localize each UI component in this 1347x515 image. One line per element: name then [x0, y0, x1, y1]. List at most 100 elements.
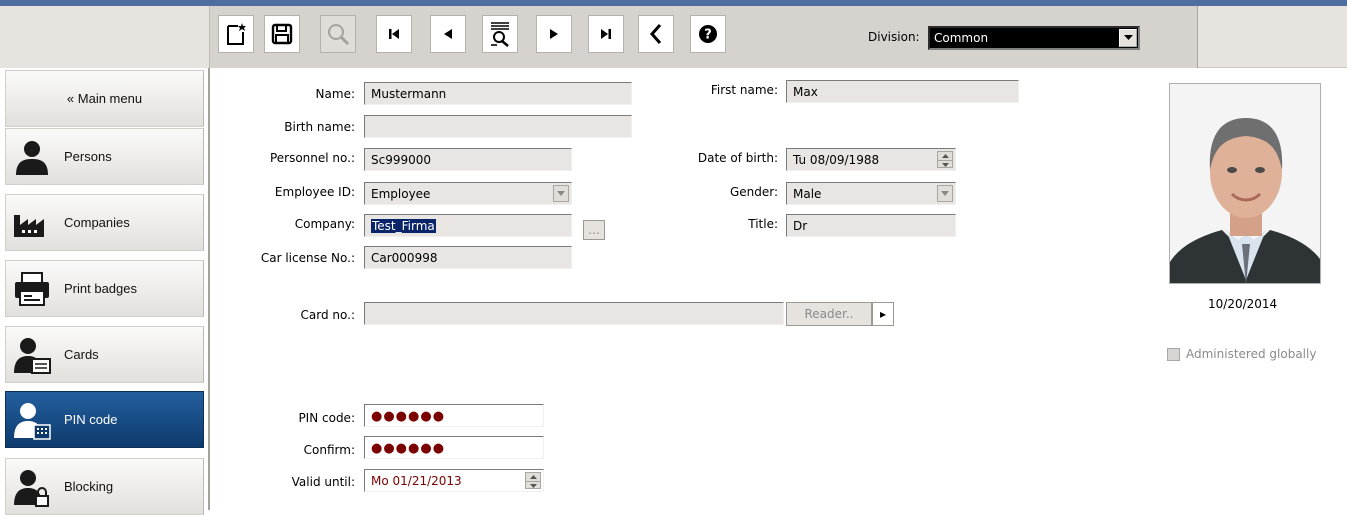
spin-up-icon[interactable] — [526, 473, 540, 481]
administered-globally-checkbox[interactable]: Administered globally — [1167, 347, 1316, 361]
date-of-birth-label: Date of birth: — [697, 151, 778, 165]
previous-record-button[interactable] — [430, 15, 466, 53]
date-of-birth-field[interactable]: Tu 08/09/1988 — [786, 148, 956, 171]
factory-icon — [10, 201, 54, 245]
employee-id-select[interactable]: Employee — [364, 182, 572, 205]
sidebar-item-blocking[interactable]: Blocking — [5, 458, 204, 515]
magnifier-icon — [328, 24, 350, 46]
toolbar-gutter — [0, 6, 210, 68]
next-icon — [550, 29, 558, 39]
list-search-icon — [491, 22, 509, 47]
sidebar-item-label: Print badges — [64, 281, 137, 296]
car-license-field[interactable]: Car000998 — [364, 246, 572, 269]
sidebar-item-label: Companies — [64, 215, 130, 230]
sidebar-item-label: Blocking — [64, 479, 114, 494]
division-dropdown-button[interactable] — [1119, 29, 1137, 47]
next-record-button[interactable] — [536, 15, 572, 53]
first-name-label: First name: — [710, 83, 778, 97]
reader-arrow-button[interactable]: ▸ — [872, 302, 894, 326]
company-value: Test_Firma — [371, 219, 436, 233]
back-button[interactable] — [638, 15, 674, 53]
save-icon — [271, 23, 293, 45]
car-license-value: Car000998 — [371, 251, 438, 265]
sidebar-item-label: PIN code — [64, 412, 118, 427]
employee-id-value: Employee — [371, 187, 431, 201]
car-license-label: Car license No.: — [260, 251, 355, 265]
person-card-icon — [10, 333, 54, 377]
checkbox-icon[interactable] — [1167, 347, 1180, 361]
name-field[interactable]: Mustermann — [364, 82, 632, 105]
employee-id-dropdown-button[interactable] — [553, 185, 569, 202]
confirm-pin-field[interactable]: ●●●●●● — [364, 436, 544, 459]
pin-code-label: PIN code: — [298, 411, 355, 425]
gender-value: Male — [793, 187, 822, 201]
first-name-value: Max — [793, 85, 818, 99]
spin-up-icon[interactable] — [938, 152, 952, 160]
sidebar-item-label: Cards — [64, 347, 99, 362]
sidebar-item-label: Persons — [64, 149, 112, 164]
sidebar-item-cards[interactable]: Cards — [5, 326, 204, 383]
sidebar-item-label: « Main menu — [66, 91, 143, 106]
confirm-label: Confirm: — [303, 443, 355, 457]
pin-code-field[interactable]: ●●●●●● — [364, 404, 544, 427]
sidebar-item-pin-code[interactable]: PIN code — [5, 391, 204, 448]
sidebar: « Main menu Persons Companies Print badg… — [0, 68, 210, 515]
sidebar-item-main-menu[interactable]: « Main menu — [5, 70, 204, 127]
card-no-label: Card no.: — [300, 308, 355, 322]
new-document-icon — [227, 23, 246, 45]
person-lock-icon — [10, 465, 54, 509]
division-value: Common — [934, 31, 989, 45]
search-button[interactable] — [320, 15, 356, 53]
first-icon — [389, 29, 399, 39]
previous-icon — [444, 29, 452, 39]
toolbar-strip: ? Division: Common — [210, 6, 1198, 68]
valid-until-label: Valid until: — [291, 475, 355, 489]
person-icon — [10, 135, 54, 179]
last-icon — [601, 29, 611, 39]
pin-code-value: ●●●●●● — [371, 409, 446, 424]
date-of-birth-spinner[interactable] — [937, 151, 953, 168]
chevron-down-icon — [557, 191, 565, 196]
sidebar-item-print-badges[interactable]: Print badges — [5, 260, 204, 317]
help-button[interactable]: ? — [690, 15, 726, 53]
first-record-button[interactable] — [376, 15, 412, 53]
valid-until-value: Mo 01/21/2013 — [371, 474, 462, 488]
division-select[interactable]: Common — [928, 26, 1140, 50]
help-icon: ? — [699, 25, 717, 43]
personnel-no-field[interactable]: Sc999000 — [364, 148, 572, 171]
first-name-field[interactable]: Max — [786, 80, 1019, 103]
spin-down-icon[interactable] — [938, 160, 952, 168]
photo-date: 10/20/2014 — [1208, 297, 1278, 311]
personnel-no-value: Sc999000 — [371, 153, 432, 167]
spin-down-icon[interactable] — [526, 481, 540, 489]
new-record-button[interactable] — [218, 15, 254, 53]
company-field[interactable]: Test_Firma — [364, 214, 572, 237]
reader-button[interactable]: Reader.. — [786, 302, 872, 326]
title-value: Dr — [793, 219, 808, 233]
employee-id-label: Employee ID: — [274, 185, 355, 199]
gender-dropdown-button[interactable] — [937, 185, 953, 202]
card-no-field[interactable] — [364, 302, 784, 325]
gender-select[interactable]: Male — [786, 182, 956, 205]
sidebar-item-companies[interactable]: Companies — [5, 194, 204, 251]
company-browse-button[interactable]: ... — [583, 220, 605, 240]
administered-globally-label: Administered globally — [1186, 347, 1317, 361]
toolbar: ? Division: Common — [0, 6, 1347, 68]
save-button[interactable] — [264, 15, 300, 53]
filter-records-button[interactable] — [482, 15, 518, 53]
svg-text:?: ? — [704, 28, 712, 43]
name-value: Mustermann — [371, 87, 447, 101]
division-label: Division: — [868, 30, 920, 44]
name-label: Name: — [315, 87, 355, 101]
valid-until-spinner[interactable] — [525, 472, 541, 489]
person-keypad-icon — [10, 398, 54, 442]
company-label: Company: — [294, 217, 355, 231]
chevron-down-icon — [1123, 35, 1133, 40]
title-field[interactable]: Dr — [786, 214, 956, 237]
sidebar-item-persons[interactable]: Persons — [5, 128, 204, 185]
reader-button-label: Reader.. — [804, 307, 854, 321]
person-photo[interactable] — [1169, 83, 1321, 284]
last-record-button[interactable] — [588, 15, 624, 53]
valid-until-field[interactable]: Mo 01/21/2013 — [364, 469, 544, 492]
birth-name-field[interactable] — [364, 115, 632, 138]
